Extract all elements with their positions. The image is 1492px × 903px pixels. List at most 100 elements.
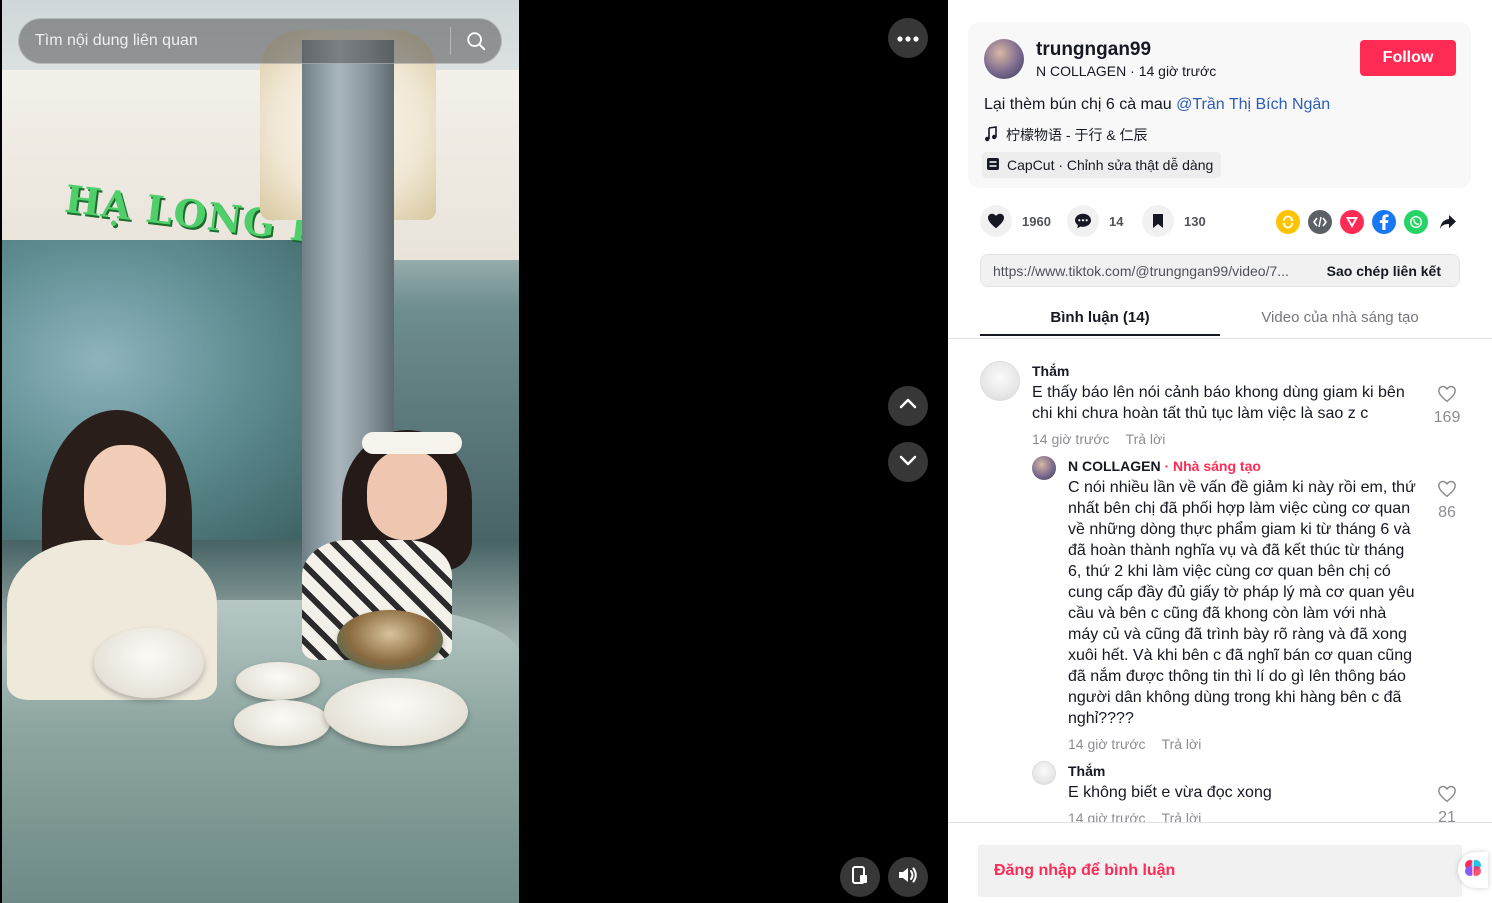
comment-list: Thắm E thấy báo lên nói cảnh báo khong d… [948, 340, 1492, 822]
reply-meta: 14 giờ trước Trả lời [1068, 736, 1201, 752]
capcut-icon [986, 157, 1000, 174]
floating-player-icon [851, 865, 869, 890]
search-box [18, 18, 502, 64]
comment-meta: 14 giờ trước Trả lời [1032, 431, 1165, 447]
follow-button[interactable]: Follow [1360, 40, 1456, 76]
capcut-label: CapCut · Chỉnh sửa thật dễ dàng [1007, 157, 1214, 173]
action-row: 1960 14 130 [980, 204, 1460, 238]
like-count: 1960 [1022, 213, 1051, 229]
post-time: 14 giờ trước [1138, 63, 1217, 79]
music-note-icon [984, 125, 998, 145]
send-to-friends-icon[interactable] [1340, 210, 1364, 234]
tabs-divider [948, 338, 1492, 339]
login-to-comment-button[interactable]: Đăng nhập để bình luận [978, 845, 1462, 897]
video-scene-headband [362, 432, 462, 454]
reply-link[interactable]: Trả lời [1162, 810, 1202, 822]
bottom-divider [948, 822, 1492, 823]
facebook-icon[interactable] [1372, 210, 1396, 234]
comment-text: E thấy báo lên nói cảnh báo khong dùng g… [1032, 384, 1405, 422]
copy-link-box: https://www.tiktok.com/@trungngan99/vide… [980, 254, 1460, 287]
heart-icon [980, 205, 1012, 237]
copy-link-button[interactable]: Sao chép liên kết [1315, 263, 1459, 279]
reply-link[interactable]: Trả lời [1162, 736, 1202, 752]
video-area: HẠ LONG BAY [0, 0, 948, 903]
reply-text: E không biết e vừa đọc xong [1068, 784, 1272, 801]
video-caption: Lại thèm bún chị 6 cà mau @Trần Thị Bích… [984, 96, 1330, 114]
bookmark-icon [1142, 205, 1174, 237]
music-title: 柠檬物语 - 于行 & 仁辰 [1006, 127, 1148, 143]
chevron-down-icon [898, 450, 918, 475]
comment-button[interactable]: 14 [1067, 204, 1123, 238]
author-card: trungngan99 N COLLAGEN · 14 giờ trước Fo… [968, 22, 1471, 188]
video-scene-dish [324, 678, 468, 746]
search-input[interactable] [19, 19, 450, 63]
search-icon[interactable] [451, 18, 501, 64]
comment-time: 14 giờ trước [1032, 431, 1110, 447]
brain-icon [1463, 858, 1483, 883]
reply-time: 14 giờ trước [1068, 736, 1146, 752]
author-display-name[interactable]: N COLLAGEN [1036, 63, 1126, 79]
video-scene-dish [236, 662, 320, 700]
reply-avatar[interactable] [1032, 456, 1056, 480]
capcut-tag[interactable]: CapCut · Chỉnh sửa thật dễ dàng [982, 152, 1222, 178]
comment-author[interactable]: Thắm [1032, 363, 1069, 379]
reply-author: N COLLAGEN · Nhà sáng tạo [1068, 458, 1261, 474]
video-scene-person-right-face [367, 450, 447, 540]
video-scene-bowl [94, 628, 204, 698]
tab-comments[interactable]: Bình luận (14) [980, 298, 1220, 336]
volume-button[interactable] [888, 857, 928, 897]
reply-like-button[interactable]: 86 [1432, 480, 1462, 522]
reply-avatar[interactable] [1032, 761, 1056, 785]
save-button[interactable]: 130 [1142, 204, 1206, 238]
whatsapp-icon[interactable] [1404, 210, 1428, 234]
video-link-url[interactable]: https://www.tiktok.com/@trungngan99/vide… [981, 263, 1315, 279]
reply-like-button[interactable]: 21 [1432, 785, 1462, 822]
repost-icon[interactable] [1276, 210, 1300, 234]
more-dots-icon [897, 29, 919, 47]
share-arrow-icon[interactable] [1436, 210, 1460, 234]
volume-icon [897, 865, 919, 890]
reply-link[interactable]: Trả lời [1126, 431, 1166, 447]
comment-like-count: 169 [1433, 409, 1461, 426]
video-scene-person-left-face [84, 445, 166, 545]
music-row[interactable]: 柠檬物语 - 于行 & 仁辰 [984, 125, 1148, 145]
reply-time: 14 giờ trước [1068, 810, 1146, 822]
previous-video-button[interactable] [888, 386, 928, 426]
more-options-button[interactable] [888, 18, 928, 58]
badge-separator: · [1160, 458, 1174, 474]
floating-player-button[interactable] [840, 857, 880, 897]
meta-separator: · [1126, 63, 1139, 79]
author-avatar[interactable] [984, 39, 1024, 79]
heart-outline-icon [1437, 385, 1457, 408]
author-meta: N COLLAGEN · 14 giờ trước [1036, 63, 1216, 79]
comment-like-button[interactable]: 169 [1432, 385, 1462, 427]
reply-author-name[interactable]: N COLLAGEN [1068, 458, 1161, 474]
side-panel: trungngan99 N COLLAGEN · 14 giờ trước Fo… [948, 0, 1492, 903]
video-player[interactable]: HẠ LONG BAY [2, 0, 519, 903]
author-username[interactable]: trungngan99 [1036, 39, 1151, 61]
embed-icon[interactable] [1308, 210, 1332, 234]
video-scene-dish [234, 700, 330, 746]
caption-text: Lại thèm bún chị 6 cà mau [984, 96, 1177, 113]
assistant-button[interactable] [1458, 852, 1488, 888]
heart-outline-icon [1437, 785, 1457, 808]
tab-creator-videos[interactable]: Video của nhà sáng tạo [1220, 298, 1460, 336]
chevron-up-icon [898, 394, 918, 419]
creator-badge: Nhà sáng tạo [1173, 458, 1261, 474]
reply-text: C nói nhiều lần về vấn đề giảm ki này rồ… [1068, 479, 1416, 727]
comment-avatar[interactable] [980, 361, 1020, 401]
save-count: 130 [1184, 213, 1206, 229]
video-scene-bowl [337, 610, 443, 670]
active-tab-indicator [980, 334, 1220, 336]
reply-like-count: 21 [1438, 809, 1456, 822]
reply-meta: 14 giờ trước Trả lời [1068, 810, 1201, 822]
next-video-button[interactable] [888, 442, 928, 482]
comment-bubble-icon [1067, 205, 1099, 237]
heart-outline-icon [1437, 480, 1457, 503]
comment-count: 14 [1109, 213, 1124, 229]
like-button[interactable]: 1960 [980, 204, 1051, 238]
reply-like-count: 86 [1438, 504, 1456, 521]
reply-author[interactable]: Thắm [1068, 763, 1105, 779]
comment-tabs: Bình luận (14) Video của nhà sáng tạo [980, 298, 1460, 338]
caption-mention-link[interactable]: @Trần Thị Bích Ngân [1176, 96, 1330, 113]
